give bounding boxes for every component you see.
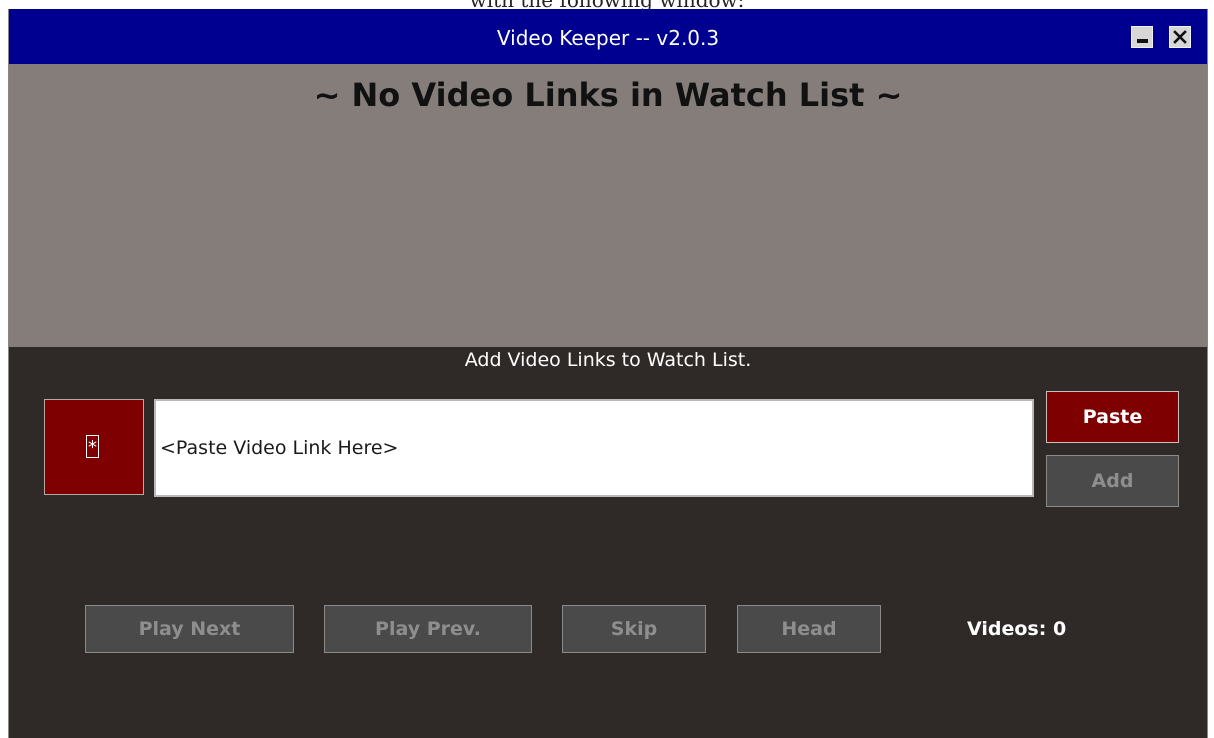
title-bar[interactable]: Video Keeper -- v2.0.3 <box>9 9 1207 64</box>
watch-list-panel: ~ No Video Links in Watch List ~ <box>9 64 1207 347</box>
play-prev-button[interactable]: Play Prev. <box>324 605 532 653</box>
star-button[interactable]: * <box>44 399 144 495</box>
star-icon: * <box>86 435 99 458</box>
window-title: Video Keeper -- v2.0.3 <box>496 26 720 50</box>
empty-watchlist-message: ~ No Video Links in Watch List ~ <box>313 76 903 114</box>
close-icon <box>1173 30 1187 44</box>
minimize-icon <box>1137 39 1148 43</box>
minimize-button[interactable] <box>1131 26 1153 48</box>
close-button[interactable] <box>1169 26 1191 48</box>
app-window: Video Keeper -- v2.0.3 ~ No Video Links … <box>8 9 1208 738</box>
paste-button[interactable]: Paste <box>1046 391 1179 443</box>
skip-button[interactable]: Skip <box>562 605 706 653</box>
add-links-instruction: Add Video Links to Watch List. <box>464 349 752 371</box>
video-link-input[interactable] <box>154 399 1034 497</box>
play-next-button[interactable]: Play Next <box>85 605 294 653</box>
head-button[interactable]: Head <box>737 605 881 653</box>
add-button[interactable]: Add <box>1046 455 1179 507</box>
video-count: Videos: 0 <box>967 618 1067 640</box>
